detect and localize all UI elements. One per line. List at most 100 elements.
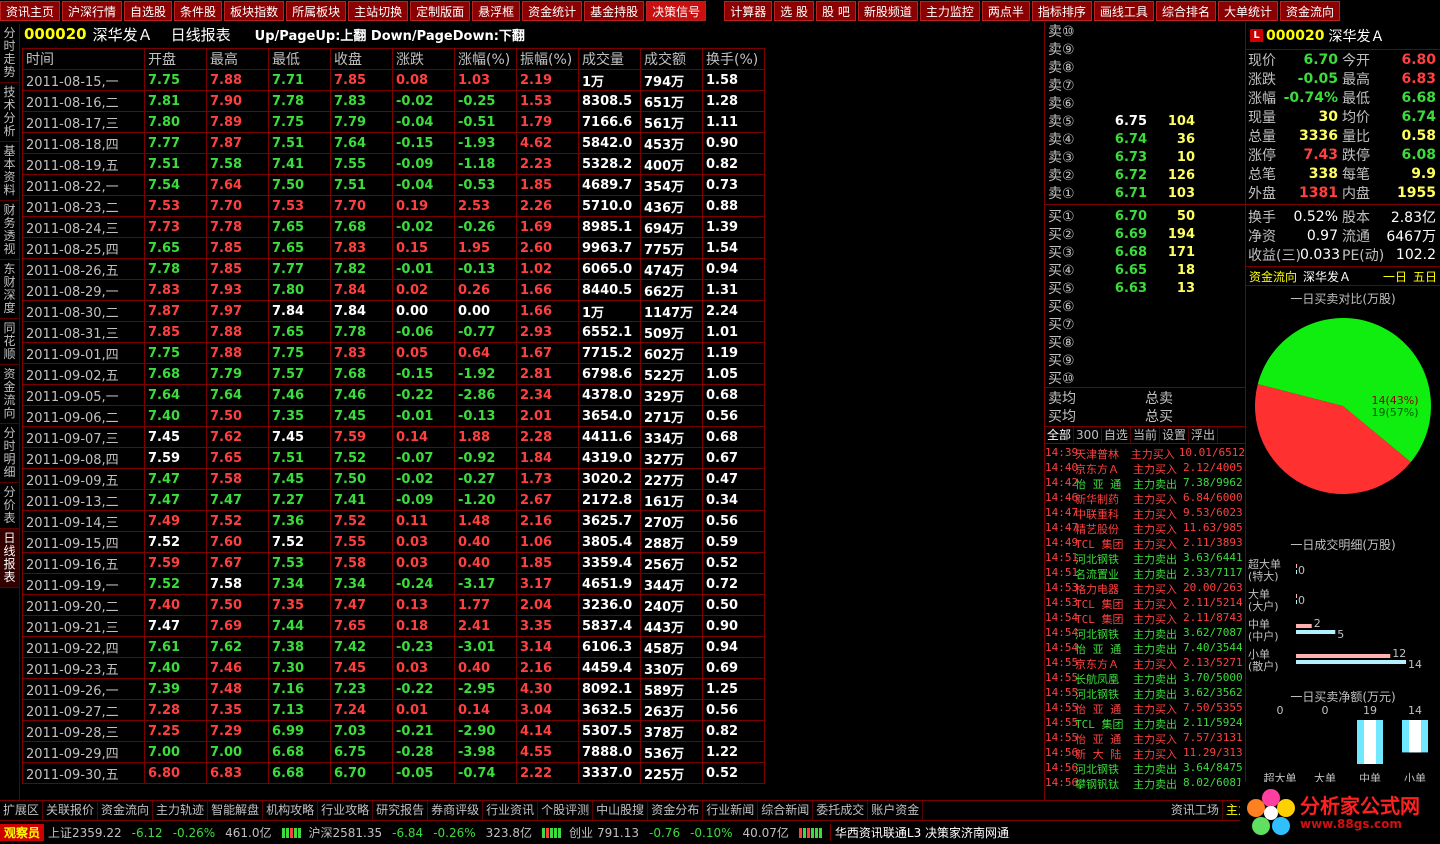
bottom-tab-14[interactable]: 综合新闻 (758, 801, 814, 820)
col-header-1[interactable]: 开盘 (144, 48, 207, 70)
top-menu-item-21[interactable]: 大单统计 (1217, 1, 1278, 21)
top-menu-item-4[interactable]: 板块指数 (224, 1, 285, 21)
col-header-4[interactable]: 收盘 (330, 48, 393, 70)
col-header-3[interactable]: 最低 (268, 48, 331, 70)
table-row[interactable]: 2011-09-29,四 7.00 7.00 6.68 6.75 -0.28 -3.98 4.… (22, 741, 765, 763)
ticker-row[interactable]: 14:55 长航凤凰 主力卖出 3.70/5000 (1045, 671, 1245, 686)
tab-one-day[interactable]: 一日 (1380, 268, 1410, 285)
orderbook-row[interactable]: 买⑤ 6.63 13 (1045, 279, 1245, 298)
table-row[interactable]: 2011-09-07,三 7.45 7.62 7.45 7.59 0.14 1.88 2.28… (22, 426, 765, 448)
ticker-row[interactable]: 14:55 怡 亚 通主力买入 7.50/5355 (1045, 701, 1245, 716)
top-menu-item-3[interactable]: 条件股 (174, 1, 223, 21)
daily-report-table[interactable]: 时间 开盘 最高 最低 收盘 涨跌 涨幅(%) 振幅(%) 成交量 成交额 换手(%) 2011-0… (22, 48, 765, 784)
side-tab-1[interactable]: 技术分析 (0, 83, 19, 142)
col-header-10[interactable]: 换手(%) (702, 48, 765, 70)
table-row[interactable]: 2011-09-13,二 7.47 7.47 7.27 7.41 -0.09 -1.20 2.… (22, 489, 765, 511)
top-menu-item-15[interactable]: 新股频道 (857, 1, 918, 21)
top-menu-item-22[interactable]: 资金流向 (1279, 1, 1340, 21)
table-row[interactable]: 2011-09-14,三 7.49 7.52 7.36 7.52 0.11 1.48 2.16… (22, 510, 765, 532)
bottom-tab-11[interactable]: 中山股搜 (593, 801, 649, 820)
orderbook-row[interactable]: 卖③ 6.73 10 (1045, 148, 1245, 167)
col-header-9[interactable]: 成交额 (640, 48, 703, 70)
bottom-tab-10[interactable]: 个股评测 (538, 801, 594, 820)
table-row[interactable]: 2011-09-16,五 7.59 7.67 7.53 7.58 0.03 0.40 1.85… (22, 552, 765, 574)
table-row[interactable]: 2011-08-16,二 7.81 7.90 7.78 7.83 -0.02 -0.25 1.… (22, 90, 765, 112)
ticker-row[interactable]: 14:51 河北钢铁 主力卖出 3.63/6441 (1045, 551, 1245, 566)
orderbook-row[interactable]: 买③ 6.68 171 (1045, 243, 1245, 262)
ticker-row[interactable]: 14:56 新 大 陆主力买入 11.29/313 (1045, 746, 1245, 761)
ticker-row[interactable]: 14:49 TCL 集团 主力买入 2.11/3893 (1045, 536, 1245, 551)
side-tab-0[interactable]: 分时走势 (0, 24, 19, 83)
orderbook-row[interactable]: 卖⑨ (1045, 40, 1245, 58)
table-row[interactable]: 2011-08-25,四 7.65 7.85 7.65 7.83 0.15 1.95 2.60… (22, 237, 765, 259)
table-row[interactable]: 2011-08-24,三 7.73 7.78 7.65 7.68 -0.02 -0.26 1.… (22, 216, 765, 238)
ticker-row[interactable]: 14:54 TCL 集团 主力买入 2.11/8743 (1045, 611, 1245, 626)
orderbook-row[interactable]: 卖⑦ (1045, 76, 1245, 94)
table-row[interactable]: 2011-09-08,四 7.59 7.65 7.51 7.52 -0.07 -0.92 1.… (22, 447, 765, 469)
orderbook-row[interactable]: 卖⑧ (1045, 58, 1245, 76)
ticker-row[interactable]: 14:39 天津普林 主力买入 10.01/6512 (1045, 446, 1245, 461)
table-row[interactable]: 2011-08-18,四 7.77 7.87 7.51 7.64 -0.15 -1.93 4.… (22, 132, 765, 154)
bottom-tab-9[interactable]: 行业资讯 (483, 801, 539, 820)
col-header-6[interactable]: 涨幅(%) (454, 48, 517, 70)
top-menu-item-13[interactable]: 选 股 (774, 1, 815, 21)
orderbook-row[interactable]: 买⑩ (1045, 369, 1245, 387)
top-menu-item-9[interactable]: 资金统计 (522, 1, 583, 21)
table-row[interactable]: 2011-09-20,二 7.40 7.50 7.35 7.47 0.13 1.77 2.04… (22, 594, 765, 616)
tab-capital-flow[interactable]: 资金流向 (1246, 268, 1300, 285)
table-row[interactable]: 2011-09-27,二 7.28 7.35 7.13 7.24 0.01 0.14 3.04… (22, 699, 765, 721)
bottom-tab-16[interactable]: 账户资金 (868, 801, 924, 820)
ticker-row[interactable]: 14:55 TCL 集团 主力卖出 2.11/5924 (1045, 716, 1245, 731)
orderbook-row[interactable]: 卖⑩ (1045, 22, 1245, 40)
col-header-7[interactable]: 振幅(%) (516, 48, 579, 70)
ticker-row[interactable]: 14:42 怡 亚 通主力卖出 7.38/9962 (1045, 476, 1245, 491)
orderbook-row[interactable]: 卖② 6.72 126 (1045, 166, 1245, 185)
top-menu-item-18[interactable]: 指标排序 (1031, 1, 1092, 21)
orderbook-row[interactable]: 买① 6.70 50 (1045, 207, 1245, 226)
table-row[interactable]: 2011-09-01,四 7.75 7.88 7.75 7.83 0.05 0.64 1.67… (22, 342, 765, 364)
bottom-tab-15[interactable]: 委托成交 (813, 801, 869, 820)
orderbook-row[interactable]: 买⑨ (1045, 351, 1245, 369)
monitor-tab-0[interactable]: 全部 (1045, 427, 1075, 443)
bottom-tab-3[interactable]: 主力轨迹 (153, 801, 209, 820)
side-tab-3[interactable]: 财务透视 (0, 201, 19, 260)
orderbook-row[interactable]: 买② 6.69 194 (1045, 225, 1245, 244)
col-header-8[interactable]: 成交量 (578, 48, 641, 70)
side-tab-5[interactable]: 同花顺 (0, 319, 19, 365)
monitor-tab-2[interactable]: 自选 (1102, 427, 1131, 443)
top-menu-item-6[interactable]: 主站切换 (348, 1, 409, 21)
side-tab-9[interactable]: 日线报表 (0, 529, 19, 588)
top-menu-item-0[interactable]: 资讯主页 (0, 1, 61, 21)
monitor-tab-4[interactable]: 设置 (1160, 427, 1189, 443)
ticker-row[interactable]: 14:54 怡 亚 通主力卖出 7.40/3544 (1045, 641, 1245, 656)
table-row[interactable]: 2011-09-28,三 7.25 7.29 6.99 7.03 -0.21 -2.90 4.… (22, 720, 765, 742)
top-menu-item-20[interactable]: 综合排名 (1155, 1, 1216, 21)
monitor-tab-5[interactable]: 浮出 (1189, 427, 1218, 443)
table-row[interactable]: 2011-09-19,一 7.52 7.58 7.34 7.34 -0.24 -3.17 3.… (22, 573, 765, 595)
bottom-tab-13[interactable]: 行业新闻 (703, 801, 759, 820)
bottom-tab-1[interactable]: 关联报价 (43, 801, 99, 820)
top-menu-item-5[interactable]: 所属板块 (286, 1, 347, 21)
orderbook-row[interactable]: 卖④ 6.74 36 (1045, 130, 1245, 149)
ticker-row[interactable]: 14:56 河北钢铁 主力卖出 3.64/8475 (1045, 761, 1245, 776)
orderbook-row[interactable]: 卖⑤ 6.75 104 (1045, 112, 1245, 131)
bottom-tab-4[interactable]: 智能解盘 (208, 801, 264, 820)
col-header-0[interactable]: 时间 (22, 48, 145, 70)
table-row[interactable]: 2011-09-30,五 6.80 6.83 6.68 6.70 -0.05 -0.74 2.… (22, 762, 765, 784)
side-tab-8[interactable]: 分价表 (0, 483, 19, 529)
table-row[interactable]: 2011-08-29,一 7.83 7.93 7.80 7.84 0.02 0.26 1.66… (22, 279, 765, 301)
main-force-ticker[interactable]: 14:39 天津普林 主力买入 10.01/6512 14:40 京东方Ａ 主力买入 2.12… (1045, 446, 1245, 791)
orderbook-row[interactable]: 买④ 6.65 18 (1045, 261, 1245, 280)
ticker-row[interactable]: 14:47 中联重科 主力买入 9.53/6023 (1045, 506, 1245, 521)
ticker-row[interactable]: 14:53 格力电器 主力买入 20.00/263 (1045, 581, 1245, 596)
table-row[interactable]: 2011-08-17,三 7.80 7.89 7.75 7.79 -0.04 -0.51 1.… (22, 111, 765, 133)
side-tab-2[interactable]: 基本资料 (0, 142, 19, 201)
ticker-row[interactable]: 14:56 攀钢钒钛 主力卖出 8.02/6081 (1045, 776, 1245, 791)
orderbook-row[interactable]: 买⑦ (1045, 315, 1245, 333)
col-header-5[interactable]: 涨跌 (392, 48, 455, 70)
monitor-tab-1[interactable]: 300 (1074, 427, 1102, 443)
top-menu-item-14[interactable]: 股 吧 (816, 1, 856, 21)
top-menu-item-10[interactable]: 基金持股 (584, 1, 645, 21)
table-row[interactable]: 2011-09-02,五 7.68 7.79 7.57 7.68 -0.15 -1.92 2.… (22, 363, 765, 385)
table-row[interactable]: 2011-09-15,四 7.52 7.60 7.52 7.55 0.03 0.40 1.06… (22, 531, 765, 553)
